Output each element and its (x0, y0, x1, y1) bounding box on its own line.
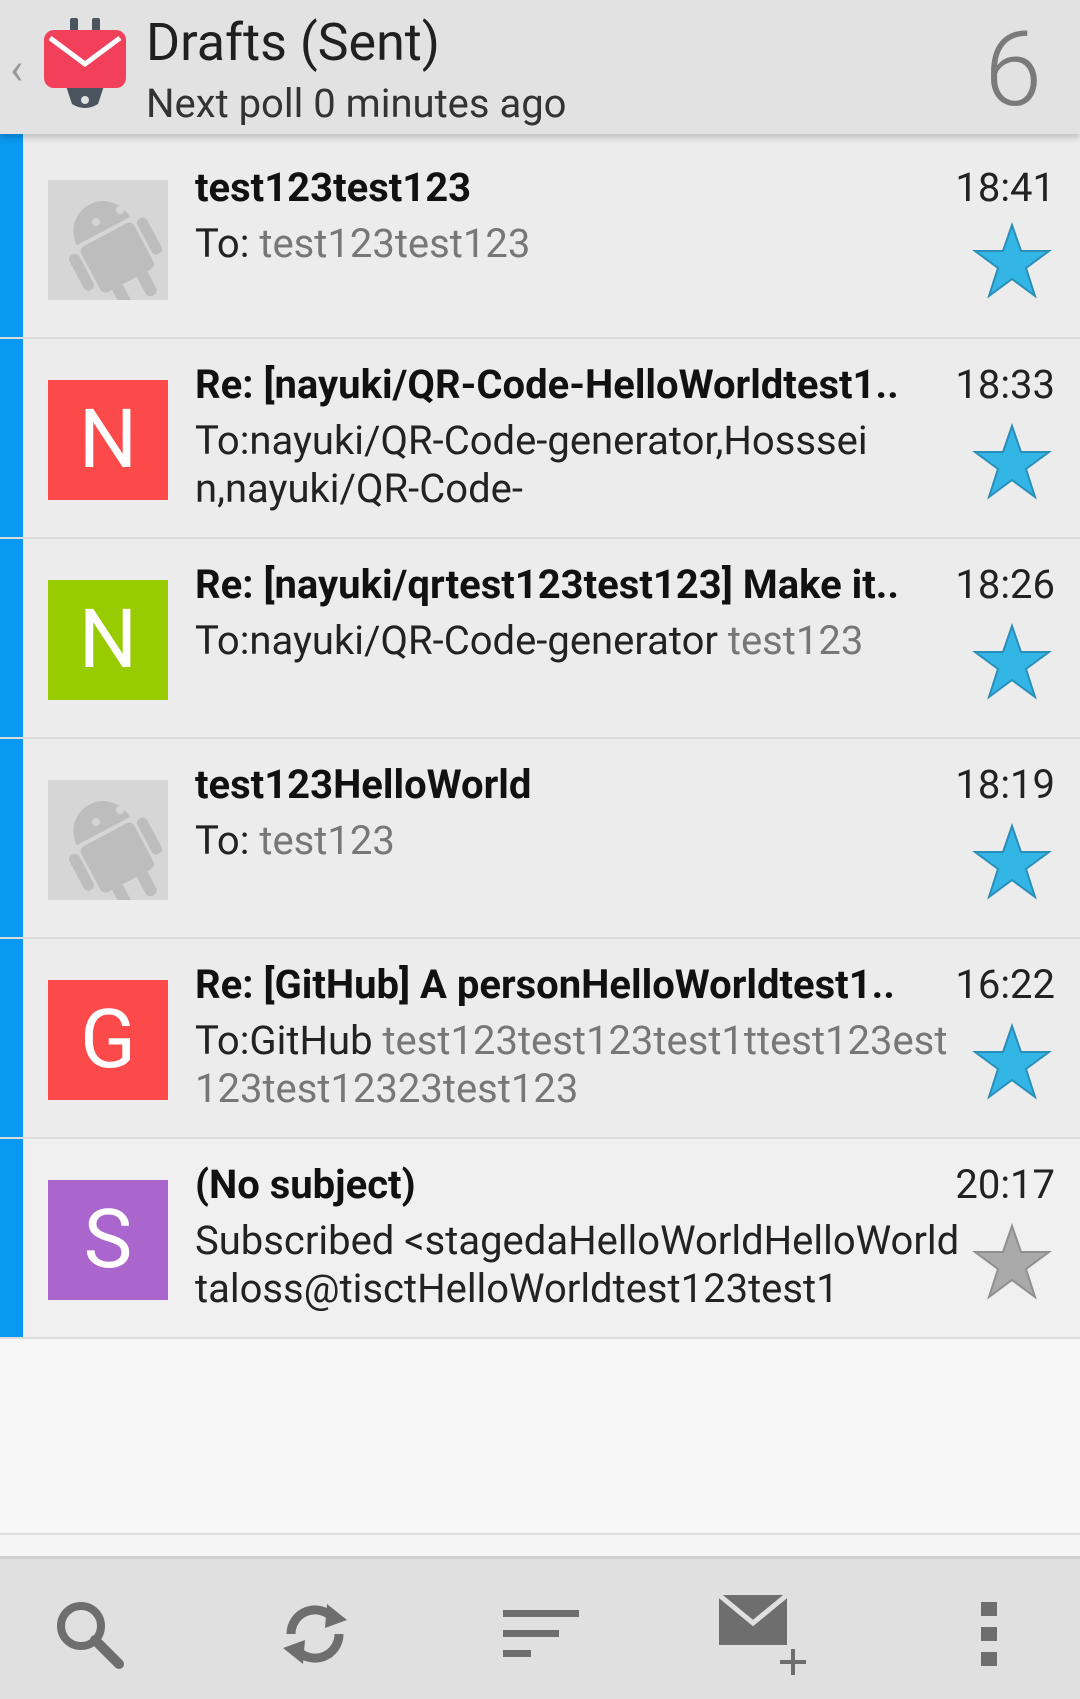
message-recipients: To:GitHub test123test123test1ttest123est… (195, 1017, 960, 1113)
unread-indicator (0, 939, 23, 1137)
message-subject: Re: [nayuki/QR-Code-HelloWorldtest1.. (195, 361, 899, 408)
search-button[interactable] (44, 1589, 134, 1679)
unread-indicator (0, 739, 23, 937)
compose-icon (717, 1593, 806, 1675)
unread-indicator (0, 1139, 23, 1337)
overflow-menu-button[interactable] (944, 1589, 1034, 1679)
message-row[interactable]: S (No subject) 20:17 Subscribed <stageda… (0, 1139, 1080, 1339)
message-time: 20:17 (955, 1161, 1055, 1208)
avatar[interactable]: N (48, 380, 168, 500)
refresh-button[interactable] (270, 1589, 360, 1679)
star-icon[interactable] (972, 222, 1052, 300)
recipient-prefix: To: (195, 817, 260, 864)
star-icon[interactable] (972, 623, 1052, 701)
recipient-prefix: To:GitHub (195, 1017, 383, 1064)
android-placeholder-icon (69, 201, 162, 300)
search-icon (57, 1602, 124, 1669)
avatar[interactable] (48, 180, 168, 300)
message-time: 18:33 (955, 361, 1055, 408)
unread-indicator (0, 539, 23, 737)
star-icon[interactable] (972, 1023, 1052, 1101)
message-count: 6 (984, 10, 1042, 131)
recipient-prefix: To: (195, 220, 260, 267)
page-title: Drafts (Sent) (146, 12, 440, 73)
compose-button[interactable] (715, 1589, 815, 1679)
message-recipients: To:nayuki/QR-Code-generator,Hosssein,nay… (195, 417, 895, 513)
message-row[interactable]: test123test123 18:41 To: test123test123 (0, 134, 1080, 339)
message-preview: Subscribed <stagedaHelloWorldHelloWorldt… (195, 1217, 960, 1313)
preview-text: Subscribed <stagedaHelloWorldHelloWorldt… (195, 1217, 960, 1312)
sort-icon (503, 1610, 579, 1657)
message-time: 18:19 (955, 761, 1055, 808)
message-time: 16:22 (955, 961, 1055, 1008)
message-row[interactable]: test123HelloWorld 18:19 To: test123 (0, 739, 1080, 939)
message-subject: Re: [nayuki/qrtest123test123] Make it.. (195, 561, 899, 608)
message-time: 18:41 (955, 164, 1055, 211)
refresh-icon (283, 1604, 347, 1664)
recipient-detail: test123test123 (259, 220, 531, 267)
unread-indicator (0, 339, 23, 537)
message-recipients: To:nayuki/QR-Code-generator test123 (195, 617, 965, 665)
message-time: 18:26 (955, 561, 1055, 608)
recipient-detail: test123 (727, 617, 864, 664)
message-subject: Re: [GitHub] A personHelloWorldtest1.. (195, 961, 895, 1008)
star-outline-icon[interactable] (972, 1223, 1052, 1301)
star-icon[interactable] (972, 823, 1052, 901)
message-row[interactable]: G Re: [GitHub] A personHelloWorldtest1..… (0, 939, 1080, 1139)
message-recipients: To: test123 (195, 817, 965, 865)
app-logo-icon[interactable] (44, 18, 126, 110)
message-row[interactable]: N Re: [nayuki/qrtest123test123] Make it.… (0, 539, 1080, 739)
back-chevron-icon[interactable]: ‹ (10, 44, 40, 94)
avatar[interactable]: G (48, 980, 168, 1100)
app-header: ‹ Drafts (Sent) Next poll 0 minutes ago … (0, 0, 1080, 134)
sort-button[interactable] (496, 1589, 586, 1679)
avatar[interactable]: S (48, 1180, 168, 1300)
list-empty-area (0, 1340, 1080, 1535)
message-row[interactable]: N Re: [nayuki/QR-Code-HelloWorldtest1.. … (0, 339, 1080, 539)
avatar[interactable] (48, 780, 168, 900)
message-list: test123test123 18:41 To: test123test123 … (0, 134, 1080, 1339)
message-subject: (No subject) (195, 1161, 416, 1208)
star-icon[interactable] (972, 423, 1052, 501)
poll-status: Next poll 0 minutes ago (146, 80, 567, 127)
recipient-prefix: To:nayuki/QR-Code-generator (195, 617, 728, 664)
overflow-menu-icon (981, 1602, 997, 1666)
message-subject: test123test123 (195, 164, 472, 211)
android-placeholder-icon (69, 801, 162, 900)
recipient-detail: test123 (259, 817, 395, 864)
bottom-toolbar (0, 1556, 1080, 1699)
unread-indicator (0, 134, 23, 337)
message-recipients: To: test123test123 (195, 220, 965, 268)
message-subject: test123HelloWorld (195, 761, 532, 808)
avatar[interactable]: N (48, 580, 168, 700)
recipient-prefix: To:nayuki/QR-Code-generator,Hosssein,nay… (195, 417, 868, 512)
